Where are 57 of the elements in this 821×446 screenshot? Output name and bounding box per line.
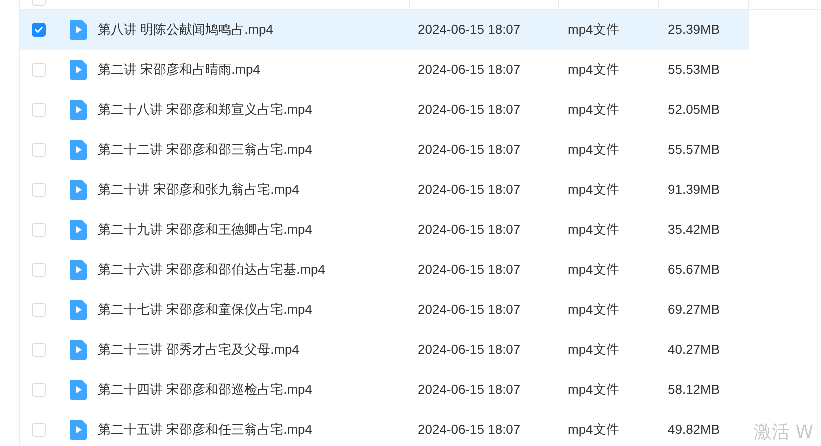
modified-date: 2024-06-15 18:07 xyxy=(418,182,521,198)
video-file-icon xyxy=(70,380,87,400)
modified-date: 2024-06-15 18:07 xyxy=(418,342,521,358)
file-size: 55.53MB xyxy=(668,62,720,78)
file-size: 25.39MB xyxy=(668,22,720,38)
modified-date: 2024-06-15 18:07 xyxy=(418,262,521,278)
file-size: 65.67MB xyxy=(668,262,720,278)
file-type: mp4文件 xyxy=(568,262,620,278)
file-type: mp4文件 xyxy=(568,222,620,238)
file-name: 第二十七讲 宋邵彦和童保仪占宅.mp4 xyxy=(98,302,313,318)
file-type: mp4文件 xyxy=(568,342,620,358)
modified-date: 2024-06-15 18:07 xyxy=(418,62,521,78)
file-size: 91.39MB xyxy=(668,182,720,198)
video-file-icon xyxy=(70,180,87,200)
checkbox[interactable] xyxy=(32,23,46,37)
modified-date: 2024-06-15 18:07 xyxy=(418,22,521,38)
file-name: 第二十六讲 宋邵彦和邵伯达占宅基.mp4 xyxy=(98,262,326,278)
file-type: mp4文件 xyxy=(568,422,620,438)
file-type: mp4文件 xyxy=(568,22,620,38)
file-size: 49.82MB xyxy=(668,422,720,438)
file-name: 第二十讲 宋邵彦和张九翁占宅.mp4 xyxy=(98,182,300,198)
file-type: mp4文件 xyxy=(568,182,620,198)
file-name: 第二十四讲 宋邵彦和邵巡检占宅.mp4 xyxy=(98,382,313,398)
modified-date: 2024-06-15 18:07 xyxy=(418,422,521,438)
file-type: mp4文件 xyxy=(568,382,620,398)
file-type: mp4文件 xyxy=(568,102,620,118)
modified-date: 2024-06-15 18:07 xyxy=(418,222,521,238)
video-file-icon xyxy=(70,100,87,120)
file-name: 第八讲 明陈公献闻鸠鸣占.mp4 xyxy=(98,22,274,38)
modified-date: 2024-06-15 18:07 xyxy=(418,302,521,318)
modified-date: 2024-06-15 18:07 xyxy=(418,102,521,118)
file-row[interactable]: 第八讲 明陈公献闻鸠鸣占.mp4 2024-06-15 18:07 mp4文件 25.39MB xyxy=(20,10,749,50)
file-name: 第二十八讲 宋邵彦和郑宣义占宅.mp4 xyxy=(98,102,313,118)
file-name: 第二十三讲 邵秀才占宅及父母.mp4 xyxy=(98,342,300,358)
file-name: 第二十五讲 宋邵彦和任三翁占宅.mp4 xyxy=(98,422,313,438)
video-file-icon xyxy=(70,420,87,440)
file-name: 第二十九讲 宋邵彦和王德卿占宅.mp4 xyxy=(98,222,313,238)
file-size: 55.57MB xyxy=(668,142,720,158)
video-file-icon xyxy=(70,340,87,360)
video-file-icon xyxy=(70,140,87,160)
file-size: 40.27MB xyxy=(668,342,720,358)
file-type: mp4文件 xyxy=(568,142,620,158)
file-size: 69.27MB xyxy=(668,302,720,318)
video-file-icon xyxy=(70,60,87,80)
file-size: 58.12MB xyxy=(668,382,720,398)
video-file-icon xyxy=(70,20,87,40)
file-type: mp4文件 xyxy=(568,62,620,78)
file-size: 35.42MB xyxy=(668,222,720,238)
video-file-icon xyxy=(70,260,87,280)
video-file-icon xyxy=(70,220,87,240)
modified-date: 2024-06-15 18:07 xyxy=(418,382,521,398)
modified-date: 2024-06-15 18:07 xyxy=(418,142,521,158)
file-name: 第二讲 宋邵彦和占晴雨.mp4 xyxy=(98,62,261,78)
file-type: mp4文件 xyxy=(568,302,620,318)
video-file-icon xyxy=(70,300,87,320)
file-size: 52.05MB xyxy=(668,102,720,118)
file-name: 第二十二讲 宋邵彦和邵三翁占宅.mp4 xyxy=(98,142,313,158)
